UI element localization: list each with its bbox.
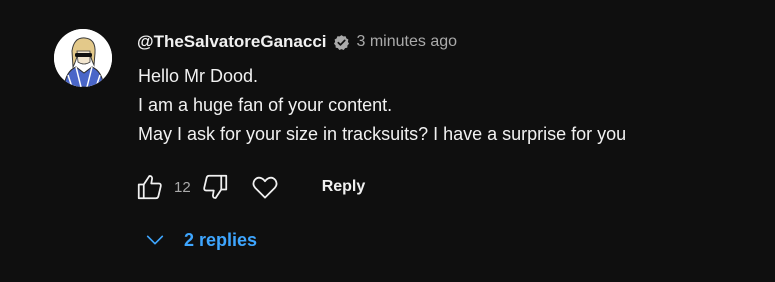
comment-header: @TheSalvatoreGanacci 3 minutes ago (137, 30, 457, 54)
comment-text-line: May I ask for your size in tracksuits? I… (138, 124, 627, 144)
avatar-image (54, 29, 112, 87)
avatar[interactable] (54, 29, 112, 87)
chevron-down-icon (146, 235, 164, 245)
like-button[interactable] (133, 170, 167, 204)
comment-text-line: Hello Mr Dood. (138, 66, 259, 86)
verified-badge-icon (333, 34, 350, 51)
heart-icon (252, 176, 278, 199)
thumbs-up-icon (137, 175, 162, 200)
dislike-button[interactable] (198, 170, 232, 204)
comment-body: Hello Mr Dood. I am a huge fan of your c… (138, 62, 626, 149)
comment-thread: @TheSalvatoreGanacci 3 minutes ago Hello… (0, 0, 775, 282)
replies-count-label: 2 replies (184, 229, 258, 250)
view-replies-button[interactable]: 2 replies (144, 225, 257, 255)
reply-button[interactable]: Reply (322, 178, 366, 196)
comment-actions: 12 Reply (133, 170, 365, 204)
like-count: 12 (174, 178, 191, 196)
comment-text-line: I am a huge fan of your content. (138, 95, 393, 115)
heart-button[interactable] (248, 170, 282, 204)
comment-timestamp[interactable]: 3 minutes ago (357, 33, 458, 51)
author-name[interactable]: @TheSalvatoreGanacci (137, 32, 327, 52)
thumbs-down-icon (202, 174, 227, 199)
